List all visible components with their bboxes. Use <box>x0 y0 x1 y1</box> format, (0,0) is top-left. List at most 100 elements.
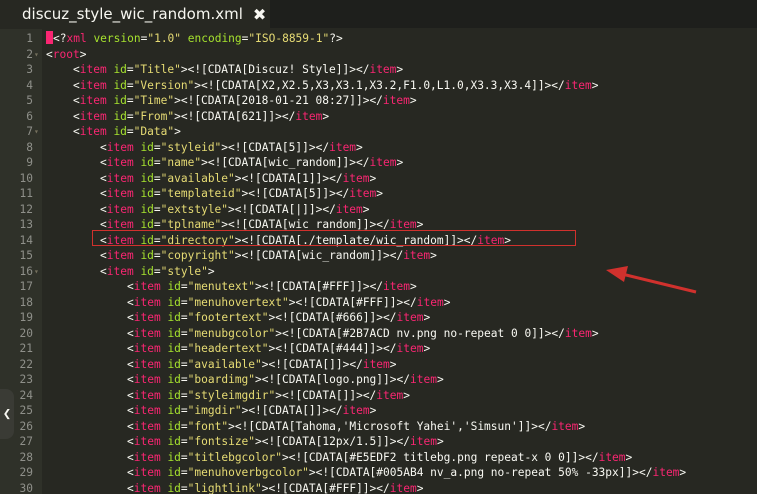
code-token: > <box>255 373 262 386</box>
code-token: id <box>160 450 181 464</box>
close-icon[interactable]: ✖ <box>253 5 266 24</box>
code-token: "available" <box>160 171 235 185</box>
code-text: <item id="Title"><![CDATA[Discuz! Style]… <box>73 62 403 78</box>
code-line[interactable]: 3 <item id="Title"><![CDATA[Discuz! Style… <box>0 62 757 78</box>
code-token: item <box>369 156 397 169</box>
code-token: <![CDATA[#FFF]]> <box>261 280 370 293</box>
code-line[interactable]: 5 <item id="Time"><![CDATA[2018-01-21 08:… <box>0 93 757 109</box>
code-line[interactable]: 19 <item id="footertext"><![CDATA[#666]]>… <box>0 310 757 326</box>
code-token: id <box>160 280 181 293</box>
code-token: id <box>160 419 181 433</box>
file-tab[interactable]: discuz_style_wic_random.xml ✖ <box>0 0 270 28</box>
code-token: > <box>79 47 87 61</box>
code-token: "From" <box>133 109 175 123</box>
code-token: item <box>133 466 161 479</box>
line-number: 30 <box>19 481 33 494</box>
tab-bar: discuz_style_wic_random.xml ✖ <box>0 0 757 28</box>
code-line[interactable]: 23 <item id="boardimg"><![CDATA[logo.png]… <box>0 372 757 388</box>
code-token: </ <box>329 404 343 417</box>
code-token: id <box>106 125 127 138</box>
code-text: <root> <box>46 47 86 63</box>
code-token: id <box>133 156 154 169</box>
code-line[interactable]: 9 <item id="name"><![CDATA[wic_random]]><… <box>0 155 757 171</box>
tab-title[interactable]: discuz_style_wic_random.xml <box>22 5 243 23</box>
line-number: 20 <box>19 326 33 340</box>
fold-toggle-icon[interactable]: ▾ <box>34 264 39 280</box>
line-number: 23 <box>19 373 33 386</box>
code-token: id <box>133 187 154 200</box>
code-token: item <box>133 326 161 340</box>
code-token: > <box>409 94 417 107</box>
code-line[interactable]: 7 ▾ <item id="Data"> <box>0 124 757 140</box>
code-line[interactable]: 2 ▾ <root> <box>0 47 757 63</box>
code-token: "fontsize" <box>187 435 256 448</box>
line-number: 13 <box>19 218 33 231</box>
code-token: <![CDATA[#FFF]]> <box>268 481 377 494</box>
code-text: <item id="From"><![CDATA[621]]></item> <box>73 109 329 125</box>
code-token: < <box>100 187 107 200</box>
code-token: </ <box>383 342 397 355</box>
code-token: </ <box>315 140 330 154</box>
code-token: < <box>100 264 107 278</box>
code-token: item <box>396 311 424 324</box>
code-token: < <box>100 156 107 169</box>
code-token: item <box>106 171 134 185</box>
code-line[interactable]: 4 <item id="Version"><![CDATA[X2,X2.5,X3,… <box>0 78 757 94</box>
code-token: "ISO-8859-1" <box>248 32 330 45</box>
code-token: item <box>106 249 134 262</box>
code-line[interactable]: 11 <item id="templateid"><![CDATA[5]]></i… <box>0 186 757 202</box>
code-line[interactable]: 27 <item id="fontsize"><![CDATA[12px/1.5]… <box>0 434 757 450</box>
code-token: </ <box>585 450 599 464</box>
code-token: > <box>679 466 687 479</box>
code-line[interactable]: 21 <item id="headertext"><![CDATA[#444]]>… <box>0 341 757 357</box>
code-token: "Title" <box>133 63 181 76</box>
line-number: 10 <box>19 171 33 185</box>
code-token: "headertext" <box>187 342 269 355</box>
fold-toggle-icon[interactable]: ▾ <box>34 124 39 140</box>
code-token: = <box>126 63 134 76</box>
code-token: "menuhovertext" <box>187 295 289 309</box>
code-line[interactable]: 12 <item id="extstyle"><![CDATA[|]]></ite… <box>0 202 757 218</box>
line-number: 19 <box>19 311 33 324</box>
code-token: > <box>416 481 424 494</box>
line-number: 15 <box>19 249 33 262</box>
code-token: = <box>153 171 161 185</box>
fold-toggle-icon[interactable]: ▾ <box>34 47 39 63</box>
code-token: < <box>73 94 80 107</box>
code-token: </ <box>376 481 390 494</box>
code-token: item <box>133 280 161 293</box>
code-line[interactable]: 8 <item id="styleid"><![CDATA[5]]></item> <box>0 140 757 156</box>
code-token: > <box>174 125 181 138</box>
code-token: item <box>106 202 134 216</box>
scroll-left-icon[interactable]: ❮ <box>0 389 14 439</box>
code-line[interactable]: 22 <item id="available"><![CDATA[]]></ite… <box>0 357 757 373</box>
code-token: > <box>228 202 235 216</box>
code-token: "Time" <box>133 94 175 107</box>
line-number: 17 <box>19 280 33 293</box>
code-token: > <box>403 388 410 402</box>
code-line[interactable]: 25 <item id="imgdir"><![CDATA[]]></item> <box>0 403 757 419</box>
code-token: <? <box>53 32 67 45</box>
code-token: item <box>133 404 161 417</box>
code-line[interactable]: 28 <item id="titlebgcolor"><![CDATA[#E5ED… <box>0 450 757 466</box>
code-token: > <box>356 140 363 154</box>
code-editor[interactable]: 1 <?xml version="1.0" encoding="ISO-8859-… <box>0 29 757 494</box>
code-line[interactable]: 1 <?xml version="1.0" encoding="ISO-8859-… <box>0 31 757 47</box>
code-line[interactable]: 29 <item id="menuhoverbgcolor"><![CDATA[#… <box>0 465 757 481</box>
code-token: > <box>436 373 444 386</box>
code-token: "available" <box>187 357 262 371</box>
code-line[interactable]: 26 <item id="font"><![CDATA[Tahoma,'Micro… <box>0 419 757 435</box>
code-line[interactable]: 24 <item id="styleimgdir"><![CDATA[]]></i… <box>0 388 757 404</box>
code-token: "menutext" <box>187 280 256 293</box>
code-token: item <box>79 78 107 92</box>
code-token: = <box>180 419 188 433</box>
code-line[interactable]: 30 <item id="lightlink"><![CDATA[#FFF]]><… <box>0 481 757 494</box>
code-line[interactable]: 6 <item id="From"><![CDATA[621]]></item> <box>0 109 757 125</box>
code-token: item <box>133 388 161 402</box>
code-line[interactable]: 20 <item id="menubgcolor"><![CDATA[#2B7AC… <box>0 326 757 342</box>
code-token: = <box>180 450 188 464</box>
code-token: id <box>160 342 181 355</box>
code-text: <item id="styleid"><![CDATA[5]]></item> <box>100 140 363 156</box>
code-token: = <box>180 342 188 355</box>
code-line[interactable]: 10 <item id="available"><![CDATA[1]]></it… <box>0 171 757 187</box>
